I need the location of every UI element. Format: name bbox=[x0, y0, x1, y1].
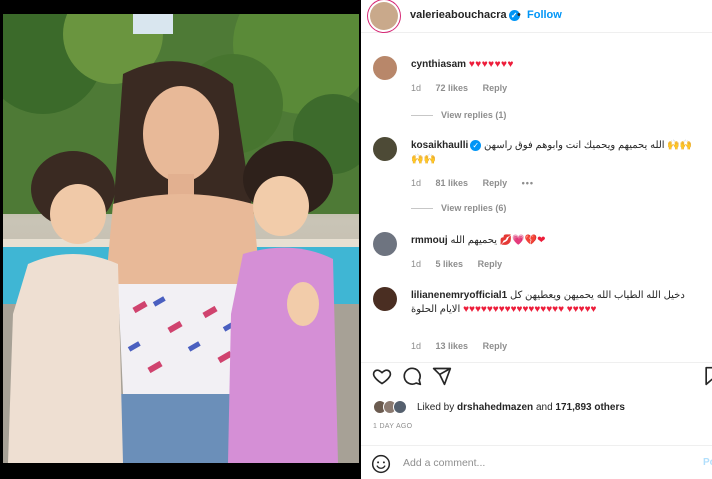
reply-button[interactable]: Reply bbox=[483, 83, 508, 93]
others-count[interactable]: 171,893 others bbox=[555, 402, 625, 413]
follow-button[interactable]: Follow bbox=[527, 9, 562, 21]
comment-text: cynthiasam ♥♥♥♥♥♥♥ bbox=[411, 58, 703, 72]
comment-meta: 1d 72 likes Reply bbox=[411, 83, 519, 93]
more-options-icon[interactable]: ••• bbox=[522, 178, 534, 188]
actions-divider bbox=[361, 362, 712, 363]
comment-likes[interactable]: 5 likes bbox=[436, 259, 464, 269]
comment-meta: 1d 13 likes Reply bbox=[411, 341, 519, 351]
view-replies-button[interactable]: View replies (6) bbox=[411, 203, 506, 213]
comment-hearts-line2: ♥♥♥♥♥ bbox=[566, 304, 597, 315]
comment-text: kosaikhaulli ✓ الله يحميهم ويحميك انت واب… bbox=[411, 139, 703, 167]
post-header: valerieabouchacra ✓ • Follow bbox=[361, 0, 712, 33]
view-replies-button[interactable]: View replies (1) bbox=[411, 110, 506, 120]
reply-button[interactable]: Reply bbox=[478, 259, 503, 269]
comment-hearts: ♥♥♥♥♥♥♥ bbox=[468, 59, 514, 70]
comment-age: 1d bbox=[411, 341, 422, 351]
comment-text: rmmouj يحميهم الله 💋💗💔❤ bbox=[411, 234, 703, 248]
post-image-illustration bbox=[3, 14, 359, 463]
reply-button[interactable]: Reply bbox=[483, 178, 508, 188]
comment-meta: 1d 81 likes Reply ••• bbox=[411, 178, 546, 188]
replies-line bbox=[411, 208, 433, 210]
verified-badge-icon: ✓ bbox=[470, 139, 482, 151]
comment-meta: 1d 5 likes Reply bbox=[411, 259, 514, 269]
replies-line bbox=[411, 115, 433, 117]
liker-avatar[interactable] bbox=[393, 400, 407, 414]
post-comment-button[interactable]: Post bbox=[703, 457, 712, 468]
comment-age: 1d bbox=[411, 178, 422, 188]
comment-username[interactable]: lilianenemryofficial1 bbox=[411, 290, 507, 301]
comment-age: 1d bbox=[411, 259, 422, 269]
header-separator: • bbox=[517, 9, 521, 21]
comment-body: يحميهم الله bbox=[450, 235, 498, 246]
comment-age: 1d bbox=[411, 83, 422, 93]
author-avatar[interactable] bbox=[370, 2, 398, 30]
comment-body: الله يحميهم ويحميك انت وابوهم فوق راسهن bbox=[484, 140, 665, 151]
comment-hearts: 💋💗💔❤ bbox=[499, 235, 546, 246]
share-icon[interactable] bbox=[432, 366, 454, 388]
post-actions bbox=[361, 366, 712, 388]
comment-likes[interactable]: 13 likes bbox=[436, 341, 469, 351]
comment-avatar[interactable] bbox=[373, 56, 397, 80]
comment-hearts: ♥♥♥♥♥♥♥♥♥♥♥♥♥♥♥♥♥ bbox=[463, 304, 564, 315]
comment-text: lilianenemryofficial1 دخيل الله الطياب ا… bbox=[411, 289, 703, 317]
post-image[interactable] bbox=[3, 14, 359, 463]
liker-username[interactable]: drshahedmazen bbox=[457, 402, 533, 413]
post-photo-area bbox=[0, 0, 361, 479]
bookmark-icon[interactable] bbox=[702, 366, 712, 388]
add-comment-bar: Post bbox=[361, 446, 712, 479]
likes-text: Liked by drshahedmazen and 171,893 other… bbox=[417, 402, 625, 413]
comment-likes[interactable]: 72 likes bbox=[436, 83, 469, 93]
comments-list[interactable]: cynthiasam ♥♥♥♥♥♥♥ 1d 72 likes Reply Vie… bbox=[361, 40, 712, 362]
comment-avatar[interactable] bbox=[373, 232, 397, 256]
author-username[interactable]: valerieabouchacra ✓ bbox=[410, 9, 520, 21]
post-side-panel: valerieabouchacra ✓ • Follow cynthiasam ♥… bbox=[361, 0, 712, 479]
comment-username[interactable]: kosaikhaulli bbox=[411, 140, 468, 151]
heart-icon[interactable] bbox=[372, 366, 394, 388]
post-timestamp[interactable]: 1 DAY AGO bbox=[373, 423, 412, 430]
reply-button[interactable]: Reply bbox=[483, 341, 508, 351]
comment-username[interactable]: rmmouj bbox=[411, 235, 448, 246]
comment-avatar[interactable] bbox=[373, 137, 397, 161]
comment-input[interactable] bbox=[403, 455, 683, 471]
comment-likes[interactable]: 81 likes bbox=[436, 178, 469, 188]
comment-username[interactable]: cynthiasam bbox=[411, 59, 466, 70]
comment-icon[interactable] bbox=[402, 366, 424, 388]
emoji-icon[interactable] bbox=[371, 454, 391, 474]
comment-avatar[interactable] bbox=[373, 287, 397, 311]
